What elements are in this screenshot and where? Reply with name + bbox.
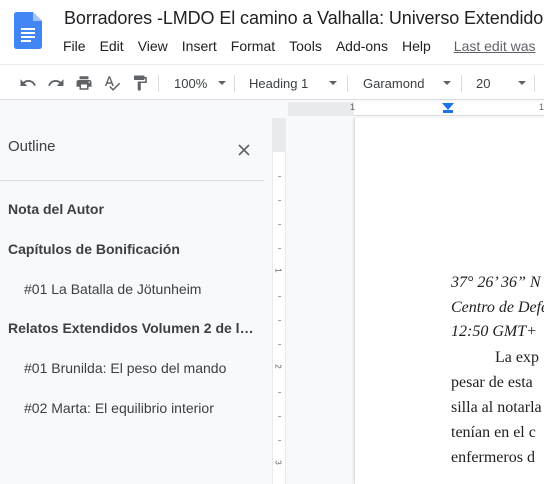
- menu-format[interactable]: Format: [224, 38, 282, 54]
- ruler-tick: [278, 176, 281, 177]
- docs-header: Borradores -LMDO El camino a Valhalla: U…: [0, 0, 544, 64]
- paint-format-icon[interactable]: [128, 65, 152, 101]
- menu-tools[interactable]: Tools: [282, 38, 329, 54]
- horizontal-ruler-area: 1 1: [0, 100, 544, 118]
- document-text-line: 37° 26’ 36” N: [451, 274, 541, 291]
- ruler-tick: [278, 224, 281, 225]
- menu-edit[interactable]: Edit: [93, 38, 131, 54]
- ruler-tick: [278, 416, 281, 417]
- ruler-number: 1: [273, 268, 283, 273]
- chevron-down-icon: [218, 81, 226, 85]
- vertical-ruler-margin: [273, 118, 287, 152]
- ruler-number: 1: [350, 102, 356, 112]
- toolbar-separator: [234, 75, 235, 92]
- outline-item[interactable]: Nota del Autor: [8, 201, 260, 217]
- document-text-line: 12:50 GMT+: [451, 323, 537, 340]
- outline-panel: Outline Nota del Autor Capítulos de Boni…: [0, 118, 272, 484]
- google-docs-icon[interactable]: [14, 12, 42, 49]
- font-size-value: 20: [476, 75, 491, 91]
- toolbar-separator: [461, 75, 462, 92]
- chevron-down-icon: [443, 81, 451, 85]
- outline-item[interactable]: #01 La Batalla de Jötunheim: [24, 281, 260, 297]
- ruler-tick: [278, 392, 281, 393]
- zoom-select[interactable]: 100%: [174, 65, 226, 101]
- document-text-line: La exp: [495, 349, 539, 366]
- menu-insert[interactable]: Insert: [175, 38, 224, 54]
- print-icon[interactable]: [72, 65, 96, 101]
- document-title[interactable]: Borradores -LMDO El camino a Valhalla: U…: [64, 8, 543, 29]
- outline-item[interactable]: Relatos Extendidos Volumen 2 de la O...: [8, 320, 260, 336]
- toolbar: 100% Heading 1 Garamond 20: [0, 64, 544, 100]
- document-text-line: pesar de esta: [451, 374, 533, 391]
- toolbar-separator: [158, 75, 159, 92]
- ruler-number: 1: [539, 102, 544, 112]
- last-edit-link[interactable]: Last edit was: [454, 38, 536, 54]
- ruler-tick: [278, 296, 281, 297]
- document-text-line: enfermeros d: [451, 449, 535, 466]
- document-text-line: silla al notarla: [451, 399, 542, 416]
- undo-icon[interactable]: [16, 65, 40, 101]
- menu-view[interactable]: View: [131, 38, 175, 54]
- menu-bar: File Edit View Insert Format Tools Add-o…: [56, 36, 536, 56]
- ruler-tick: [278, 320, 281, 321]
- chevron-down-icon: [329, 81, 337, 85]
- font-family-value: Garamond: [363, 75, 425, 91]
- paragraph-style-value: Heading 1: [249, 75, 309, 91]
- redo-icon[interactable]: [44, 65, 68, 101]
- ruler-tick: [278, 344, 281, 345]
- horizontal-ruler[interactable]: 1 1: [288, 102, 544, 116]
- toolbar-separator: [534, 75, 535, 92]
- ruler-margin: [288, 102, 354, 116]
- menu-help[interactable]: Help: [395, 38, 438, 54]
- document-page[interactable]: 37° 26’ 36” N Centro de Defe 12:50 GMT+ …: [354, 118, 544, 484]
- ruler-number: 2: [273, 364, 283, 369]
- outline-item[interactable]: Capítulos de Bonificación: [8, 241, 260, 257]
- ruler-tick: [278, 200, 281, 201]
- ruler-tick: [278, 248, 281, 249]
- ruler-tick: [278, 440, 281, 441]
- outline-title: Outline: [8, 138, 56, 155]
- outline-item[interactable]: #01 Brunilda: El peso del mando: [24, 360, 260, 376]
- outline-item[interactable]: #02 Marta: El equilibrio interior: [24, 400, 260, 416]
- font-size-select[interactable]: 20: [476, 65, 526, 101]
- menu-file[interactable]: File: [56, 38, 93, 54]
- outline-divider: [0, 180, 264, 181]
- left-indent-handle[interactable]: [443, 110, 453, 113]
- toolbar-separator: [347, 75, 348, 92]
- font-family-select[interactable]: Garamond: [363, 65, 451, 101]
- close-icon[interactable]: [234, 140, 254, 160]
- vertical-ruler[interactable]: 1 2 3: [272, 118, 287, 484]
- zoom-value: 100%: [174, 75, 208, 91]
- document-text-line: tenían en el c: [451, 424, 536, 441]
- chevron-down-icon: [518, 81, 526, 85]
- document-text-line: Centro de Defe: [451, 299, 544, 316]
- paragraph-style-select[interactable]: Heading 1: [249, 65, 337, 101]
- spellcheck-icon[interactable]: [100, 65, 124, 101]
- ruler-number: 3: [273, 460, 283, 465]
- menu-add-ons[interactable]: Add-ons: [329, 38, 395, 54]
